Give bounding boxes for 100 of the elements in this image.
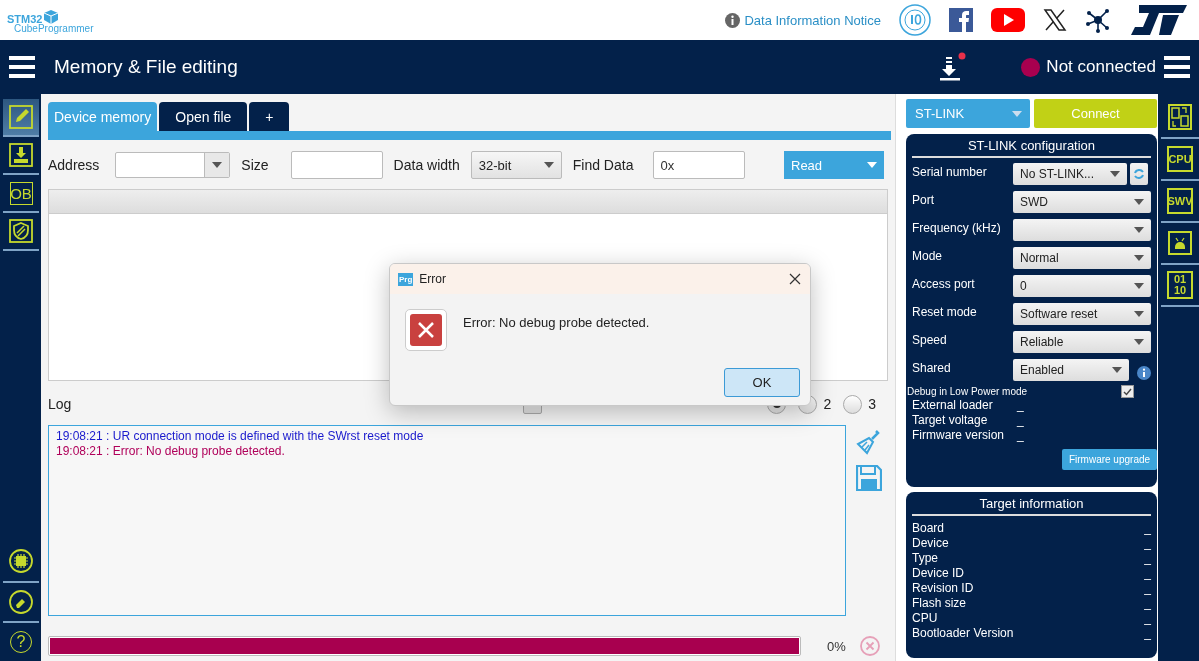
logo-text: STM32 <box>7 14 43 24</box>
edit-icon <box>9 105 33 129</box>
info-label: Revision ID <box>912 581 974 596</box>
dropdown[interactable]: SWD <box>1013 191 1151 213</box>
field-label: Speed <box>912 332 948 347</box>
facebook-icon[interactable] <box>949 8 973 32</box>
info-label: Device ID <box>912 566 964 581</box>
chip-icon <box>9 549 33 573</box>
caret-icon <box>1134 283 1144 289</box>
info-value: _ <box>1144 551 1151 566</box>
sidebar-item[interactable]: OB <box>3 175 39 213</box>
company-logo-icon[interactable] <box>1129 3 1189 37</box>
tool-button[interactable]: CPU <box>1161 139 1199 181</box>
network-icon[interactable] <box>1085 7 1111 33</box>
field-label: Frequency (kHz) <box>912 220 1002 235</box>
notice-link[interactable]: Data Information Notice <box>744 12 881 28</box>
find-data-field[interactable]: 0x <box>653 151 746 179</box>
caret-icon <box>212 162 223 168</box>
anniversary-badge-icon[interactable] <box>899 4 931 36</box>
menu-icon[interactable] <box>1164 56 1190 78</box>
field-label: Size <box>241 157 269 173</box>
caret-icon <box>1134 311 1144 317</box>
eraser-icon <box>9 590 33 614</box>
field-label: Shared <box>912 360 952 375</box>
shield-icon <box>9 219 33 243</box>
field-label: Mode <box>912 248 944 263</box>
status-dot <box>1021 57 1041 77</box>
info-label: Target voltage <box>912 413 989 428</box>
info-value: _ <box>1144 596 1151 611</box>
sidebar-item[interactable]: ? <box>3 621 39 661</box>
close-button[interactable] <box>789 273 801 285</box>
info-label: Bootloader Version <box>912 626 1014 641</box>
refresh-icon <box>1133 168 1145 180</box>
dropdown[interactable]: Software reset <box>1013 303 1151 325</box>
info-label: Firmware version <box>912 428 1005 443</box>
info-value: _ <box>1144 521 1151 536</box>
x-icon[interactable] <box>1043 8 1067 32</box>
youtube-icon[interactable] <box>991 8 1025 32</box>
info-label: External loader <box>912 398 994 413</box>
field-label: Find Data <box>572 157 634 173</box>
caret-icon <box>1012 110 1022 117</box>
sidebar-item[interactable] <box>3 99 39 137</box>
field-label: Serial number <box>912 164 988 179</box>
app-icon-label: Prg <box>398 272 414 286</box>
dropdown[interactable]: Enabled <box>1013 359 1129 381</box>
caret-icon <box>1134 339 1144 345</box>
dropdown[interactable]: No ST-LINK... <box>1013 163 1127 185</box>
pages-icon <box>1168 104 1192 130</box>
progress-reading: 0% <box>827 638 846 654</box>
size-field[interactable] <box>290 151 383 179</box>
info-icon <box>1137 366 1151 380</box>
field-label: Address <box>48 157 100 173</box>
log-line: 19:08:21 : UR connection mode is defined with the SWrst reset mode <box>56 429 425 444</box>
info-value: _ <box>1017 398 1024 413</box>
tool-label: 01 10 <box>1167 271 1193 299</box>
log-title: Log <box>48 396 72 412</box>
menu-icon[interactable] <box>9 56 35 78</box>
data-width-select[interactable]: 32-bit <box>470 151 562 179</box>
info-label: Device <box>912 536 949 551</box>
info-value: _ <box>1144 566 1151 581</box>
info-value: _ <box>1017 413 1024 428</box>
dropdown[interactable]: Reliable <box>1013 331 1151 353</box>
tab[interactable]: + <box>249 102 290 131</box>
info-value: _ <box>1144 626 1151 641</box>
low-power-checkbox[interactable] <box>1121 385 1134 398</box>
info-value: _ <box>1144 536 1151 551</box>
info-value: _ <box>1144 611 1151 626</box>
card-title: ST-LINK configuration <box>912 138 1151 158</box>
page-title: Memory & File editing <box>54 56 238 78</box>
card-title: Target information <box>912 496 1151 516</box>
caret-icon <box>1112 367 1122 373</box>
option-bytes-label: OB <box>9 181 33 205</box>
dropdown[interactable]: Normal <box>1013 247 1151 269</box>
caret-icon <box>867 162 877 168</box>
caret-icon <box>1134 255 1144 261</box>
field-label: Data width <box>393 157 460 173</box>
caret-icon <box>543 162 554 168</box>
info-label: Type <box>912 551 938 566</box>
bug-icon <box>1168 231 1192 255</box>
connection-status: Not connected <box>1046 57 1156 77</box>
logo-text: CubeProgrammer <box>14 24 94 34</box>
caret-icon <box>1134 227 1144 233</box>
dialog-message: Error: No debug probe detected. <box>463 315 650 332</box>
log-line: 19:08:21 : Error: No debug probe detected. <box>56 444 286 459</box>
tool-button[interactable]: 01 10 <box>1161 265 1199 307</box>
cube-icon <box>43 10 60 24</box>
dialog-title: Error <box>419 272 446 286</box>
download-icon <box>9 143 33 167</box>
caret-icon <box>1134 199 1144 205</box>
ok-button[interactable]: OK <box>724 368 800 397</box>
error-icon <box>410 314 442 346</box>
field-label: Reset mode <box>912 304 978 319</box>
field-label: Access port <box>912 276 976 291</box>
info-icon <box>725 12 741 28</box>
tool-label: CPU <box>1167 146 1193 172</box>
info-label: Flash size <box>912 596 967 611</box>
dropdown[interactable]: 0 <box>1013 275 1151 297</box>
download-icon[interactable] <box>937 52 968 82</box>
tab[interactable]: Open file <box>159 102 248 131</box>
field-label: Port <box>912 192 935 207</box>
